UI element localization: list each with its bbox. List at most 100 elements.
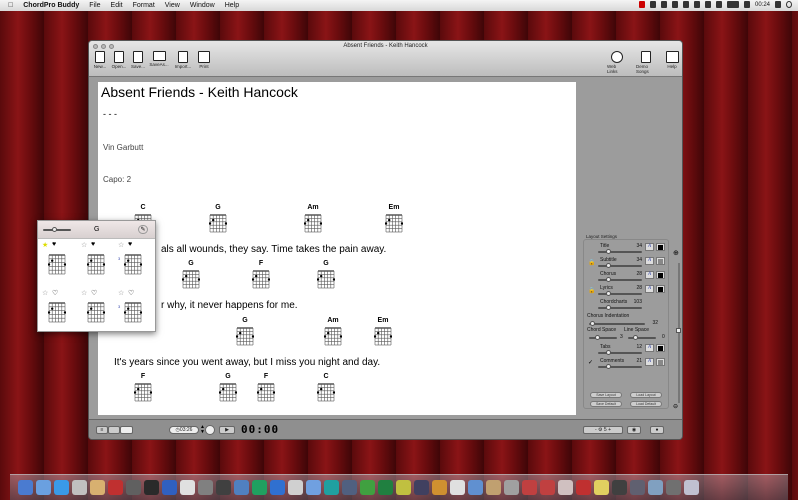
- chord-diagram-icon[interactable]: [324, 326, 342, 346]
- dock-app-icon[interactable]: [486, 480, 501, 495]
- chorus-slider[interactable]: [598, 277, 642, 282]
- heart-icon[interactable]: ♡: [52, 289, 58, 297]
- battery-icon[interactable]: [726, 1, 739, 8]
- chord-diagram-icon[interactable]: [219, 382, 237, 402]
- chord-diagram-icon[interactable]: [87, 253, 105, 275]
- dock-app-icon[interactable]: [306, 480, 321, 495]
- menu-edit[interactable]: Edit: [111, 2, 123, 9]
- speed-knob[interactable]: [205, 425, 215, 435]
- chord-label[interactable]: G: [314, 260, 338, 267]
- status-icon[interactable]: [704, 1, 711, 8]
- chord-diagram-icon[interactable]: [374, 326, 392, 346]
- menu-format[interactable]: Format: [133, 2, 155, 9]
- dock-app-icon[interactable]: [288, 480, 303, 495]
- subtitle-slider[interactable]: [598, 263, 642, 268]
- metronome-button[interactable]: ◉: [627, 426, 641, 434]
- zoom-out-icon[interactable]: ⊖: [673, 403, 678, 410]
- dock-app-icon[interactable]: [522, 480, 537, 495]
- lock-icon[interactable]: [715, 1, 722, 8]
- dock-app-icon[interactable]: [540, 480, 555, 495]
- chord-diagram-icon[interactable]: [134, 382, 152, 402]
- dock-app-icon[interactable]: [216, 480, 231, 495]
- favorite-star-icon[interactable]: ☆: [81, 289, 87, 297]
- menu-app[interactable]: ChordPro Buddy: [23, 2, 79, 9]
- heart-icon[interactable]: ♡: [91, 289, 97, 297]
- zoom-slider[interactable]: [678, 263, 680, 403]
- clock[interactable]: 00:24: [755, 2, 770, 8]
- dock-app-icon[interactable]: [432, 480, 447, 495]
- chord-label[interactable]: Em: [382, 204, 406, 211]
- chord-diagram-icon[interactable]: [304, 213, 322, 233]
- dock-app-icon[interactable]: [360, 480, 375, 495]
- song-document[interactable]: Absent Friends - Keith Hancock - - - Vin…: [98, 82, 576, 415]
- chord-diagram-icon[interactable]: [385, 213, 403, 233]
- chord-label[interactable]: F: [249, 260, 273, 267]
- chord-diagram-icon[interactable]: [257, 382, 275, 402]
- settings-button[interactable]: ●: [650, 426, 664, 434]
- chord-diagram-icon[interactable]: [124, 301, 142, 323]
- dock-app-icon[interactable]: [558, 480, 573, 495]
- transpose-plus[interactable]: +: [608, 427, 611, 433]
- chord-diagram-icon[interactable]: [124, 253, 142, 275]
- help-button[interactable]: Help: [662, 51, 682, 69]
- dock-app-icon[interactable]: [594, 480, 609, 495]
- lock-icon[interactable]: 🔒: [588, 287, 595, 294]
- chorus-color-button[interactable]: [656, 271, 665, 279]
- dock-app-icon[interactable]: [252, 480, 267, 495]
- save-layout-button[interactable]: Save Layout: [590, 392, 622, 398]
- comments-slider[interactable]: [598, 364, 642, 369]
- dock-app-icon[interactable]: [36, 480, 51, 495]
- chord-label[interactable]: Am: [301, 204, 325, 211]
- wifi-icon[interactable]: [743, 1, 750, 8]
- zoom-slider-knob[interactable]: [676, 328, 681, 333]
- chord-label[interactable]: G: [206, 204, 230, 211]
- save-default-button[interactable]: Save Default: [590, 401, 622, 407]
- dock-app-icon[interactable]: [468, 480, 483, 495]
- comments-color-button[interactable]: [656, 358, 665, 366]
- chord-label[interactable]: F: [254, 373, 278, 380]
- dock-app-icon[interactable]: [648, 480, 663, 495]
- save-button[interactable]: Save...: [128, 51, 148, 69]
- load-layout-button[interactable]: Load Layout: [630, 392, 662, 398]
- print-button[interactable]: Print: [194, 51, 214, 69]
- dock-app-icon[interactable]: [144, 480, 159, 495]
- dock-app-icon[interactable]: [108, 480, 123, 495]
- load-default-button[interactable]: Load Default: [630, 401, 662, 407]
- favorite-star-icon[interactable]: ★: [42, 241, 48, 249]
- chord-diagram-icon[interactable]: [48, 253, 66, 275]
- zoom-in-icon[interactable]: ⊕: [673, 249, 679, 257]
- dock-app-icon[interactable]: [576, 480, 591, 495]
- save-as-button[interactable]: SaveAs...: [149, 51, 169, 67]
- dock-app-icon[interactable]: [666, 480, 681, 495]
- title-font-button[interactable]: A: [645, 243, 654, 251]
- chord-diagram-icon[interactable]: [87, 301, 105, 323]
- demo-songs-button[interactable]: Demo Songs: [636, 51, 656, 74]
- heart-icon[interactable]: ♥: [128, 241, 132, 248]
- chord-space-slider[interactable]: [589, 335, 617, 340]
- open-button[interactable]: Open...: [109, 51, 129, 69]
- dock-app-icon[interactable]: [414, 480, 429, 495]
- dock-app-icon[interactable]: [342, 480, 357, 495]
- chord-label[interactable]: G: [216, 373, 240, 380]
- status-icon[interactable]: [660, 1, 667, 8]
- status-icon[interactable]: [693, 1, 700, 8]
- chord-label[interactable]: Em: [371, 317, 395, 324]
- duration-field[interactable]: ◷03:26: [169, 426, 199, 434]
- favorite-star-icon[interactable]: ☆: [118, 289, 124, 297]
- new-button[interactable]: New...: [90, 51, 110, 69]
- dock-app-icon[interactable]: [90, 480, 105, 495]
- status-icon[interactable]: [649, 1, 656, 8]
- view-list-button[interactable]: ≡: [96, 426, 108, 434]
- dock-app-icon[interactable]: [504, 480, 519, 495]
- view-text-button[interactable]: [108, 426, 120, 434]
- chord-label[interactable]: C: [314, 373, 338, 380]
- checkbox[interactable]: ✓: [588, 359, 593, 366]
- title-color-button[interactable]: [656, 243, 665, 251]
- import-button[interactable]: Import...: [173, 51, 193, 69]
- menu-window[interactable]: Window: [190, 2, 215, 9]
- chorus-font-button[interactable]: A: [645, 271, 654, 279]
- heart-icon[interactable]: ♥: [52, 241, 56, 248]
- dock-app-icon[interactable]: [378, 480, 393, 495]
- apple-icon[interactable]: : [8, 2, 13, 9]
- chord-diagram-icon[interactable]: [317, 382, 335, 402]
